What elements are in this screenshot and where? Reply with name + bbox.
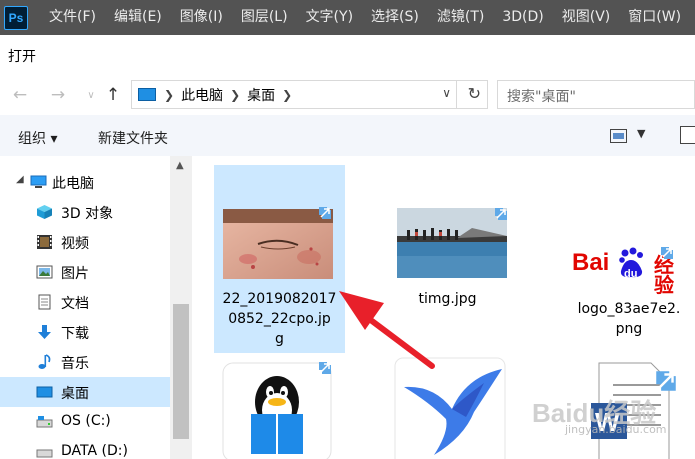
red-annotation-arrow [339, 291, 435, 369]
screenshot-root: { "photoshop": { "logo": "Ps", "menus": … [0, 0, 695, 459]
baidu-watermark-url: jingyan.baidu.com [565, 423, 667, 436]
